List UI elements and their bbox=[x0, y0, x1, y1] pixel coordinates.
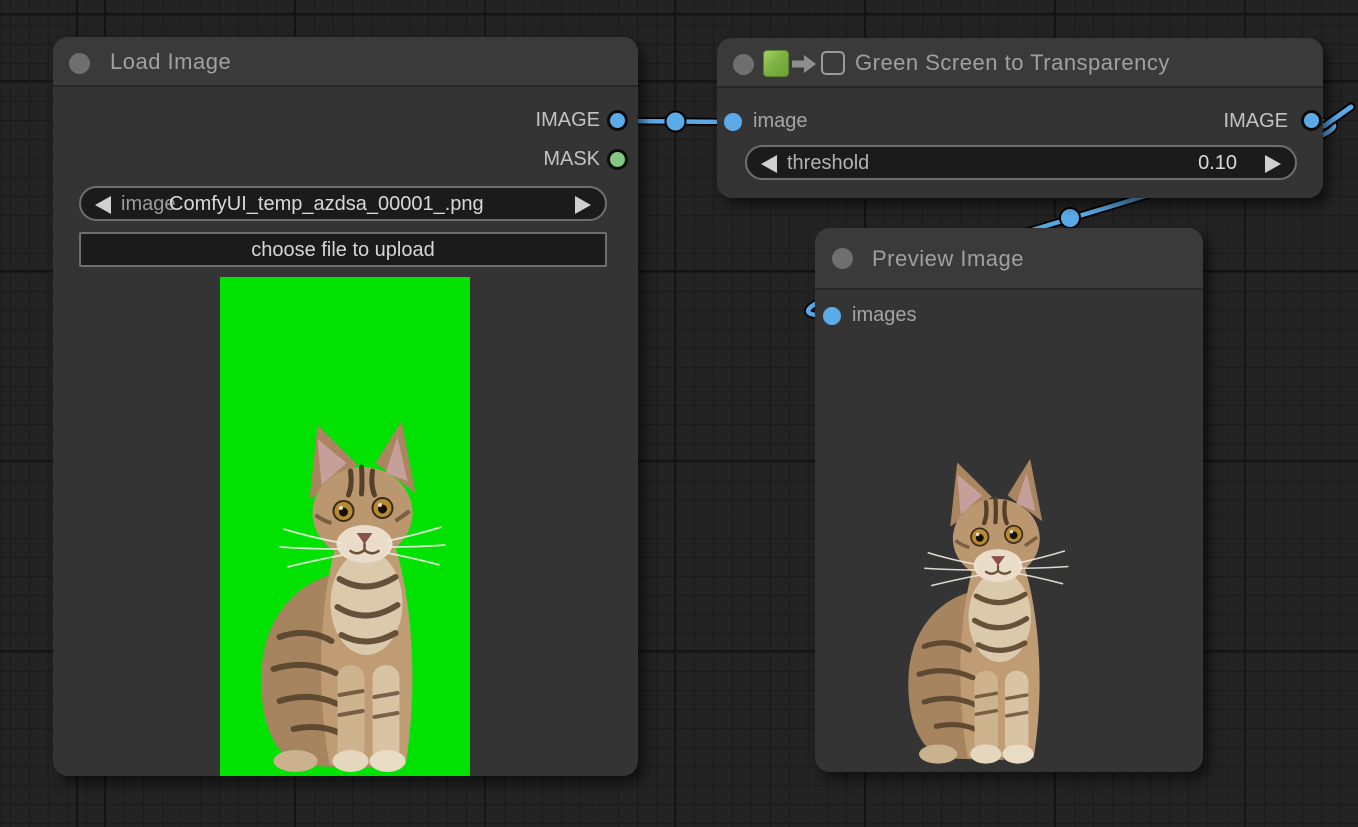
cat-image bbox=[895, 438, 1075, 768]
output-slot-image[interactable] bbox=[607, 110, 628, 131]
threshold-value: 0.10 bbox=[1198, 152, 1237, 175]
output-label-mask: MASK bbox=[543, 148, 600, 171]
node-title: Load Image bbox=[110, 49, 231, 75]
link-wire-offscreen-stub[interactable] bbox=[1324, 107, 1351, 126]
result-image-preview bbox=[895, 438, 1075, 768]
output-slot-mask[interactable] bbox=[607, 149, 628, 170]
right-arrow-icon bbox=[792, 53, 818, 75]
white-square-icon bbox=[821, 51, 845, 75]
input-label-image: image bbox=[753, 110, 807, 133]
node-load-image[interactable]: Load Image IMAGE MASK image ComfyUI_temp… bbox=[53, 37, 638, 776]
image-filename-combo[interactable]: image ComfyUI_temp_azdsa_00001_.png bbox=[79, 186, 607, 221]
threshold-label: threshold bbox=[787, 152, 869, 175]
graph-canvas[interactable]: Load Image IMAGE MASK image ComfyUI_temp… bbox=[0, 0, 1358, 827]
node-title: Green Screen to Transparency bbox=[855, 50, 1170, 76]
node-title: Preview Image bbox=[872, 246, 1024, 272]
combo-label: image bbox=[121, 193, 175, 216]
threshold-left-arrow-icon[interactable] bbox=[761, 155, 777, 173]
node-titlebar[interactable]: Preview Image bbox=[815, 228, 1203, 290]
collapse-dot-icon[interactable] bbox=[733, 54, 754, 75]
loaded-image-preview bbox=[220, 277, 470, 776]
combo-right-arrow-icon[interactable] bbox=[575, 196, 591, 214]
threshold-number-widget[interactable]: threshold 0.10 bbox=[745, 145, 1297, 180]
collapse-dot-icon[interactable] bbox=[832, 248, 853, 269]
output-slot-image[interactable] bbox=[1301, 110, 1322, 131]
node-preview-image[interactable]: Preview Image images bbox=[815, 228, 1203, 772]
input-slot-images[interactable] bbox=[823, 307, 841, 325]
output-label-image: IMAGE bbox=[1224, 110, 1288, 133]
link-midpoint-dot[interactable] bbox=[666, 112, 686, 132]
input-label-images: images bbox=[852, 304, 916, 327]
input-slot-image[interactable] bbox=[724, 113, 742, 131]
node-titlebar[interactable]: Green Screen to Transparency bbox=[717, 38, 1323, 88]
threshold-right-arrow-icon[interactable] bbox=[1265, 155, 1281, 173]
node-titlebar[interactable]: Load Image bbox=[53, 37, 638, 87]
choose-file-button[interactable]: choose file to upload bbox=[79, 232, 607, 267]
cat-image bbox=[247, 397, 452, 776]
green-square-icon bbox=[763, 50, 789, 77]
combo-value: ComfyUI_temp_azdsa_00001_.png bbox=[169, 193, 484, 216]
output-label-image: IMAGE bbox=[536, 109, 600, 132]
combo-left-arrow-icon[interactable] bbox=[95, 196, 111, 214]
collapse-dot-icon[interactable] bbox=[69, 53, 90, 74]
node-green-screen-to-transparency[interactable]: Green Screen to Transparency image IMAGE… bbox=[717, 38, 1323, 198]
choose-file-button-label: choose file to upload bbox=[251, 239, 434, 262]
link-midpoint-dot[interactable] bbox=[1060, 208, 1080, 228]
